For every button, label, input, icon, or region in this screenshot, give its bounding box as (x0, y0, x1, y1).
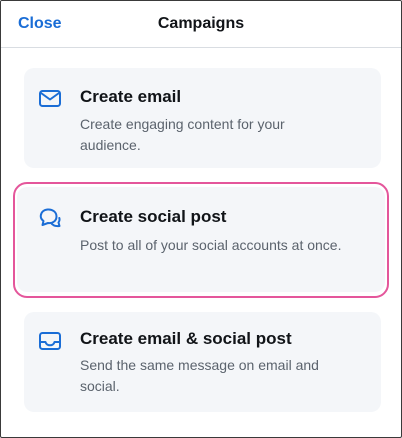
close-button[interactable]: Close (18, 14, 62, 34)
create-email-and-social-post-option[interactable]: Create email & social post Send the same… (24, 312, 381, 412)
inbox-tray-icon (38, 329, 62, 353)
modal-header: Close Campaigns (1, 1, 401, 48)
mail-icon (38, 86, 62, 110)
option-title: Create social post (80, 207, 227, 226)
option-description: Create engaging content for your audienc… (80, 116, 285, 153)
option-description: Post to all of your social accounts at o… (80, 237, 342, 253)
create-email-option[interactable]: Create email Create engaging content for… (24, 68, 381, 168)
create-social-post-option[interactable]: Create social post Post to all of your s… (17, 187, 385, 292)
chat-bubbles-icon (38, 206, 62, 230)
option-title: Create email & social post (80, 329, 292, 348)
option-title: Create email (80, 87, 182, 106)
campaigns-modal: Close Campaigns Create email Create enga… (0, 0, 402, 438)
option-description: Send the same message on email and socia… (80, 357, 319, 394)
